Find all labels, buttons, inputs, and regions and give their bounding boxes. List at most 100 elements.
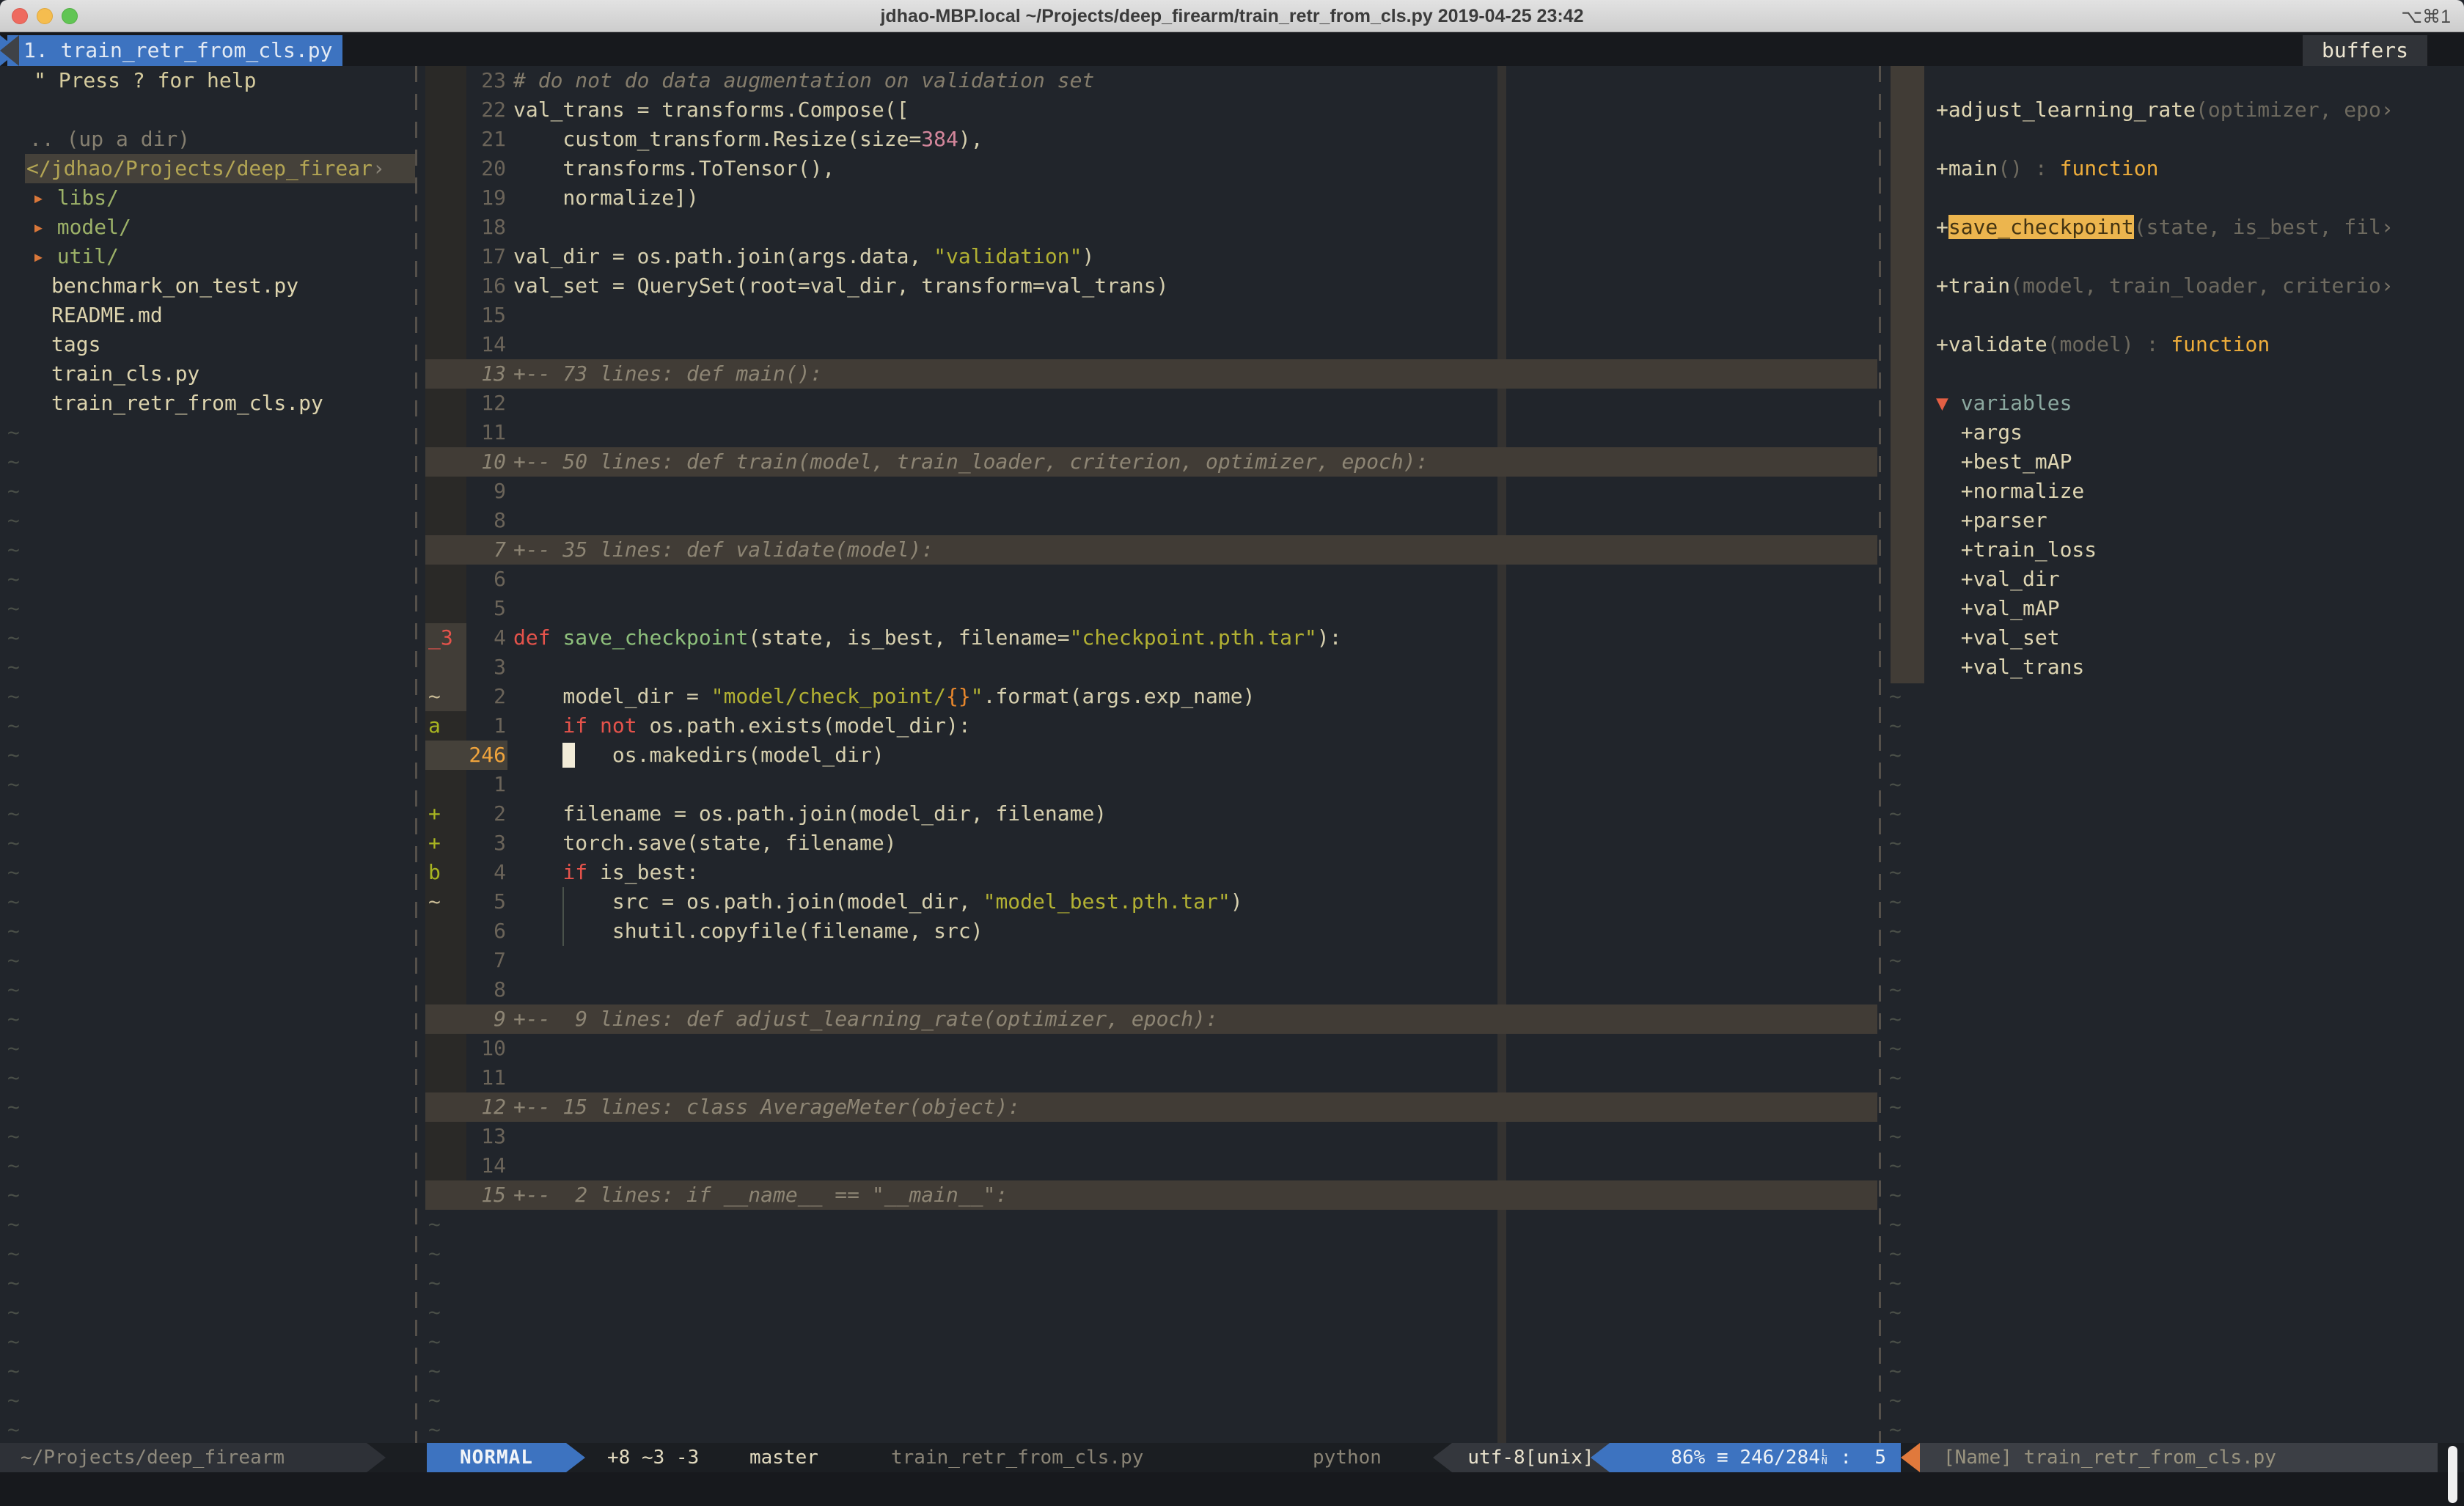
code-line[interactable]: 10 bbox=[419, 1034, 1879, 1063]
filler-line: ~ bbox=[0, 770, 415, 799]
tagbar-item[interactable]: +main() : function bbox=[1882, 154, 2464, 183]
folded-code-line[interactable]: 7+-- 35 lines: def validate(model): bbox=[419, 535, 1879, 565]
tagbar-item[interactable]: +val_trans bbox=[1882, 653, 2464, 682]
code-line[interactable]: 11 bbox=[419, 1063, 1879, 1092]
code-line[interactable]: 16val_set = QuerySet(root=val_dir, trans… bbox=[419, 271, 1879, 301]
text-segment: tags bbox=[51, 332, 100, 356]
code-line[interactable]: 17val_dir = os.path.join(args.data, "val… bbox=[419, 242, 1879, 271]
window-separator-left[interactable] bbox=[415, 66, 417, 1443]
text-segment: save_checkpoint bbox=[562, 625, 748, 650]
tree-item[interactable] bbox=[0, 95, 415, 125]
code-line[interactable]: 6 shutil.copyfile(filename, src) bbox=[419, 917, 1879, 946]
code-line[interactable]: a1 if not os.path.exists(model_dir): bbox=[419, 711, 1879, 741]
tree-item[interactable]: ▸ util/ bbox=[0, 242, 415, 271]
filler-line: ~ bbox=[419, 1239, 1879, 1268]
code-line[interactable]: ~2 model_dir = "model/check_point/{}".fo… bbox=[419, 682, 1879, 711]
tree-item-selected[interactable]: </jdhao/Projects/deep_firear› bbox=[0, 154, 415, 183]
code-line[interactable]: 1 bbox=[419, 770, 1879, 799]
code-line[interactable]: 14 bbox=[419, 330, 1879, 359]
tagbar-item[interactable]: +args bbox=[1882, 418, 2464, 447]
code-line[interactable]: 8 bbox=[419, 506, 1879, 535]
tagbar-item[interactable]: +save_checkpoint(state, is_best, fil› bbox=[1882, 213, 2464, 242]
folded-code-line[interactable]: 15+-- 2 lines: if __name__ == "__main__"… bbox=[419, 1180, 1879, 1210]
tilde: ~ bbox=[1889, 1327, 1902, 1356]
text-segment: +validate bbox=[1936, 332, 2047, 356]
tilde: ~ bbox=[7, 1210, 20, 1239]
code-line[interactable]: ~5 src = os.path.join(model_dir, "model_… bbox=[419, 887, 1879, 917]
tagbar-item[interactable]: +best_mAP bbox=[1882, 447, 2464, 477]
text-segment: "model_best.pth.tar" bbox=[983, 889, 1231, 914]
code-line[interactable]: 5 bbox=[419, 594, 1879, 623]
tilde: ~ bbox=[7, 1386, 20, 1415]
tagbar-item[interactable]: +val_set bbox=[1882, 623, 2464, 653]
tagbar-item[interactable]: +parser bbox=[1882, 506, 2464, 535]
code-text: torch.save(state, filename) bbox=[513, 829, 897, 858]
code-line[interactable]: 6 bbox=[419, 565, 1879, 594]
tree-item-label: train_cls.py bbox=[51, 359, 199, 389]
code-line[interactable]: 18 bbox=[419, 213, 1879, 242]
folded-code-line[interactable]: 10+-- 50 lines: def train(model, train_l… bbox=[419, 447, 1879, 477]
text-segment: ) bbox=[1231, 889, 1243, 914]
window-separator-right[interactable] bbox=[1879, 66, 1881, 1443]
tree-item[interactable]: .. (up a dir) bbox=[0, 125, 415, 154]
line-number: 11 bbox=[462, 418, 506, 447]
tree-item[interactable]: README.md bbox=[0, 301, 415, 330]
line-number-glyph-icon: LN bbox=[1822, 1450, 1827, 1466]
tree-item[interactable]: train_retr_from_cls.py bbox=[0, 389, 415, 418]
tree-item[interactable]: ▸ model/ bbox=[0, 213, 415, 242]
folded-code-line[interactable]: 13+-- 73 lines: def main(): bbox=[419, 359, 1879, 389]
tagbar-item-label: +val_set bbox=[1936, 623, 2060, 653]
code-line[interactable]: 9 bbox=[419, 477, 1879, 506]
code-line[interactable]: 7 bbox=[419, 946, 1879, 975]
code-line[interactable]: 21 custom_transform.Resize(size=384), bbox=[419, 125, 1879, 154]
tagbar-item-label: +validate(model) : function bbox=[1936, 330, 2270, 359]
code-line[interactable]: 15 bbox=[419, 301, 1879, 330]
code-line[interactable]: b4 if is_best: bbox=[419, 858, 1879, 887]
code-line[interactable]: +3 torch.save(state, filename) bbox=[419, 829, 1879, 858]
tagbar-item[interactable]: +val_mAP bbox=[1882, 594, 2464, 623]
code-line[interactable]: 13 bbox=[419, 1122, 1879, 1151]
line-number: 6 bbox=[462, 917, 506, 946]
tagbar-item[interactable]: +train(model, train_loader, criterio› bbox=[1882, 271, 2464, 301]
text-segment: +train_loss bbox=[1936, 537, 2097, 562]
tree-item[interactable]: benchmark_on_test.py bbox=[0, 271, 415, 301]
tilde: ~ bbox=[1889, 858, 1902, 887]
scrollbar-thumb[interactable] bbox=[2448, 1446, 2457, 1503]
code-line[interactable]: 19 normalize]) bbox=[419, 183, 1879, 213]
tagbar-item[interactable]: +train_loss bbox=[1882, 535, 2464, 565]
tagbar-item[interactable]: +validate(model) : function bbox=[1882, 330, 2464, 359]
code-line[interactable]: 23# do not do data augmentation on valid… bbox=[419, 66, 1879, 95]
tagbar-item[interactable]: +val_dir bbox=[1882, 565, 2464, 594]
tagbar-item[interactable]: +adjust_learning_rate(optimizer, epo› bbox=[1882, 95, 2464, 125]
line-number: 20 bbox=[462, 154, 506, 183]
code-line[interactable]: 12 bbox=[419, 389, 1879, 418]
tagbar-item[interactable]: ▼ variables bbox=[1882, 389, 2464, 418]
filler-line: ~ bbox=[1882, 1298, 2464, 1327]
code-line[interactable]: 11 bbox=[419, 418, 1879, 447]
buffers-label[interactable]: buffers bbox=[2303, 35, 2427, 66]
code-line[interactable]: 246 os.makedirs(model_dir) bbox=[419, 741, 1879, 770]
line-number: 13 bbox=[462, 359, 506, 389]
code-line[interactable]: 14 bbox=[419, 1151, 1879, 1180]
tagbar-item[interactable]: +normalize bbox=[1882, 477, 2464, 506]
code-line[interactable]: 8 bbox=[419, 975, 1879, 1004]
filler-line: ~ bbox=[1882, 917, 2464, 946]
folded-code-line[interactable]: 12+-- 15 lines: class AverageMeter(objec… bbox=[419, 1092, 1879, 1122]
code-text: src = os.path.join(model_dir, "model_bes… bbox=[513, 887, 1243, 917]
code-line[interactable]: 3 bbox=[419, 653, 1879, 682]
tree-item[interactable]: ▸ libs/ bbox=[0, 183, 415, 213]
folded-code-line[interactable]: 9+-- 9 lines: def adjust_learning_rate(o… bbox=[419, 1004, 1879, 1034]
tree-item[interactable]: " Press ? for help bbox=[0, 66, 415, 95]
code-line[interactable]: +2 filename = os.path.join(model_dir, fi… bbox=[419, 799, 1879, 829]
text-segment: .. (up a dir) bbox=[29, 127, 190, 151]
tree-item[interactable]: train_cls.py bbox=[0, 359, 415, 389]
code-line[interactable]: 20 transforms.ToTensor(), bbox=[419, 154, 1879, 183]
code-line[interactable]: _34def save_checkpoint(state, is_best, f… bbox=[419, 623, 1879, 653]
text-segment: ), bbox=[958, 127, 983, 151]
tilde: ~ bbox=[428, 1268, 441, 1298]
tilde: ~ bbox=[1889, 1386, 1902, 1415]
line-number: 17 bbox=[462, 242, 506, 271]
code-line[interactable]: 22val_trans = transforms.Compose([ bbox=[419, 95, 1879, 125]
tab-train-retr-from-cls[interactable]: 1. train_retr_from_cls.py bbox=[7, 35, 342, 66]
tree-item[interactable]: tags bbox=[0, 330, 415, 359]
